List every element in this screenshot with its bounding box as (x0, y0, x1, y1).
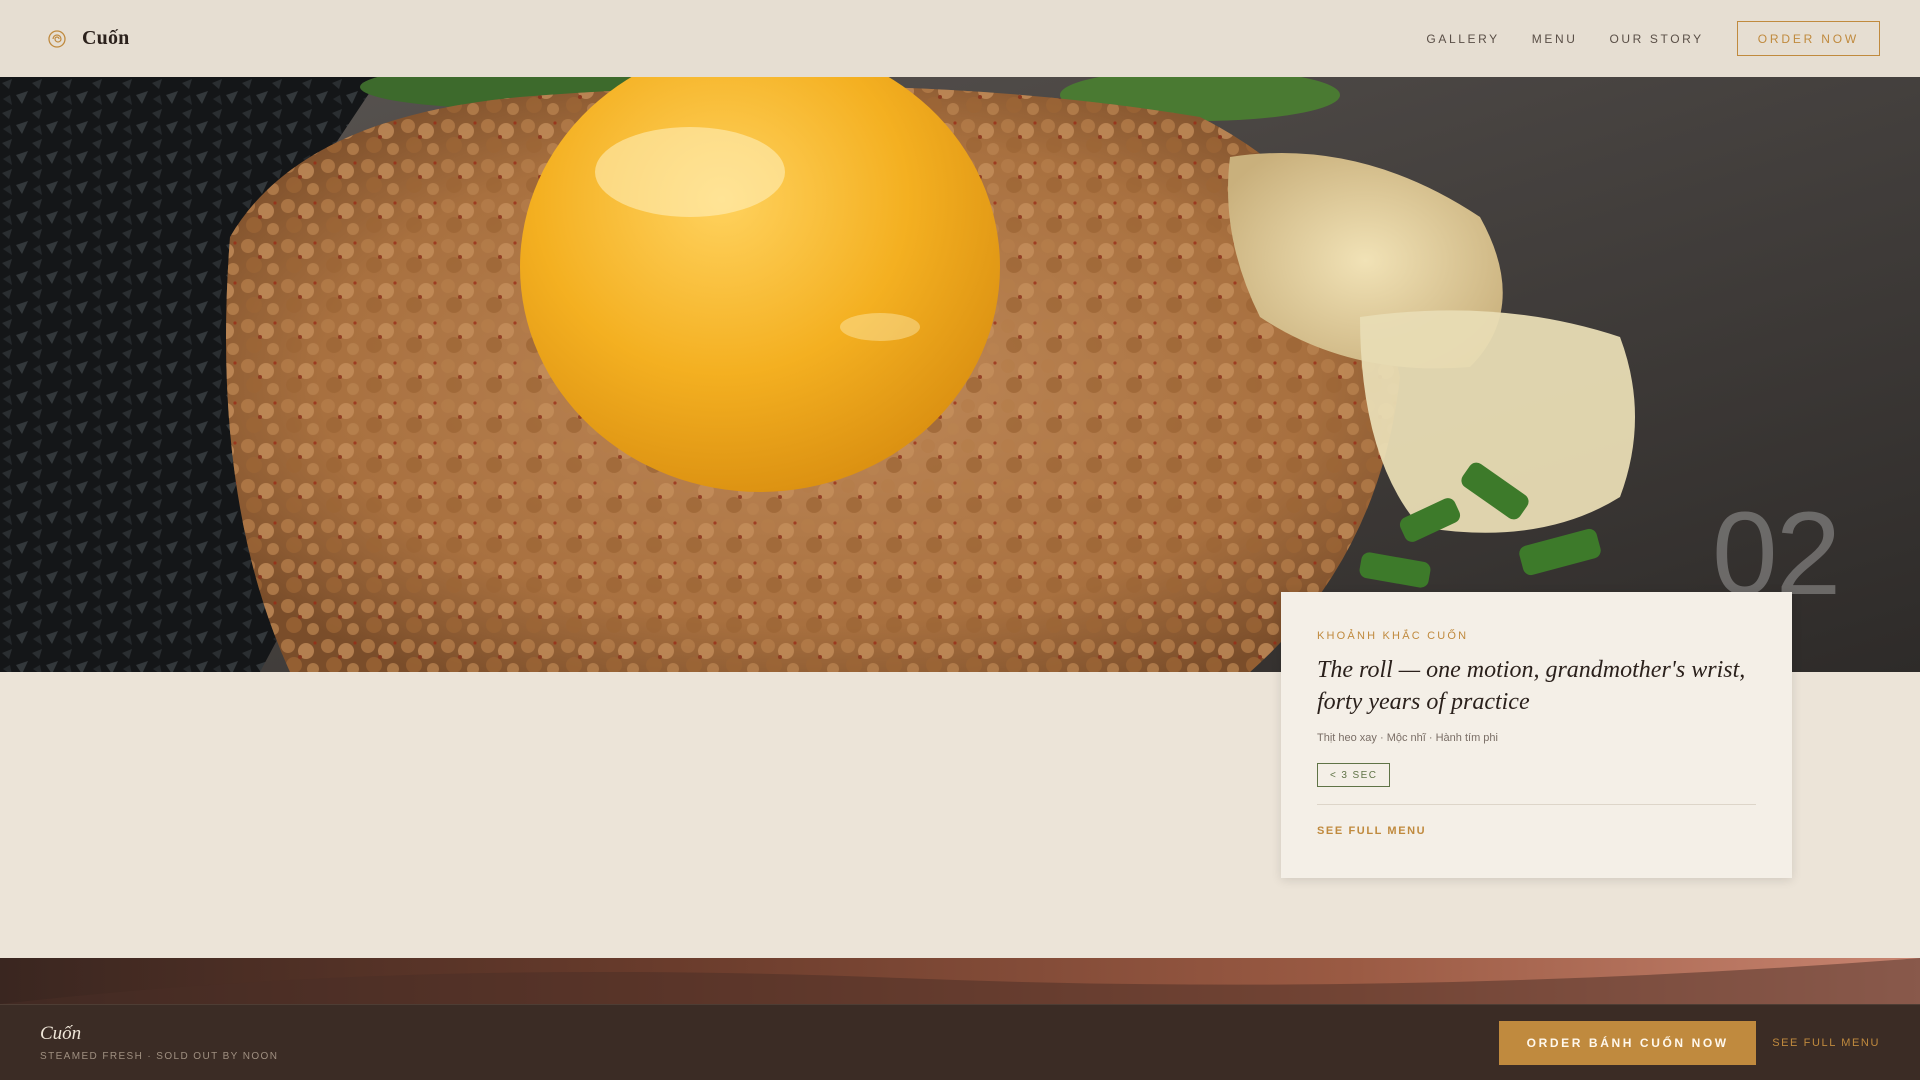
see-full-menu-link[interactable]: SEE FULL MENU (1317, 825, 1756, 837)
time-badge: < 3 SEC (1317, 763, 1391, 787)
card-divider (1317, 804, 1756, 805)
card-ingredients: Thịt heo xay · Mộc nhĩ · Hành tím phi (1317, 732, 1498, 744)
bottom-brand-name: Cuốn (40, 1023, 82, 1044)
brand[interactable]: Cuốn (46, 27, 130, 50)
card-title: The roll — one motion, grandmother's wri… (1317, 657, 1746, 715)
order-now-button[interactable]: ORDER NOW (1736, 21, 1880, 56)
bottom-actions: ORDER BÁNH CUỐN NOW SEE FULL MENU (1499, 1020, 1880, 1065)
spiral-roll-icon (46, 28, 68, 50)
brand-name: Cuốn (82, 27, 130, 49)
feature-card: KHOẢNH KHẮC CUỐN The roll — one motion, … (1281, 592, 1792, 878)
card-eyebrow: KHOẢNH KHẮC CUỐN (1317, 630, 1469, 642)
next-section-image (0, 958, 1920, 1004)
bottom-see-full-menu-link[interactable]: SEE FULL MENU (1772, 1037, 1880, 1049)
order-banh-cuon-button[interactable]: ORDER BÁNH CUỐN NOW (1499, 1020, 1757, 1065)
site-header: Cuốn GALLERY MENU OUR STORY ORDER NOW (0, 0, 1920, 77)
bottom-tagline: STEAMED FRESH · SOLD OUT BY NOON (40, 1051, 279, 1062)
sticky-order-bar: Cuốn STEAMED FRESH · SOLD OUT BY NOON OR… (0, 1004, 1920, 1080)
main-nav: GALLERY MENU OUR STORY ORDER NOW (1394, 21, 1880, 56)
nav-our-story[interactable]: OUR STORY (1609, 32, 1703, 46)
bottom-brand: Cuốn STEAMED FRESH · SOLD OUT BY NOON (40, 1023, 278, 1062)
hero-image (0, 77, 1920, 672)
nav-gallery[interactable]: GALLERY (1426, 32, 1499, 46)
nav-menu[interactable]: MENU (1532, 32, 1578, 46)
